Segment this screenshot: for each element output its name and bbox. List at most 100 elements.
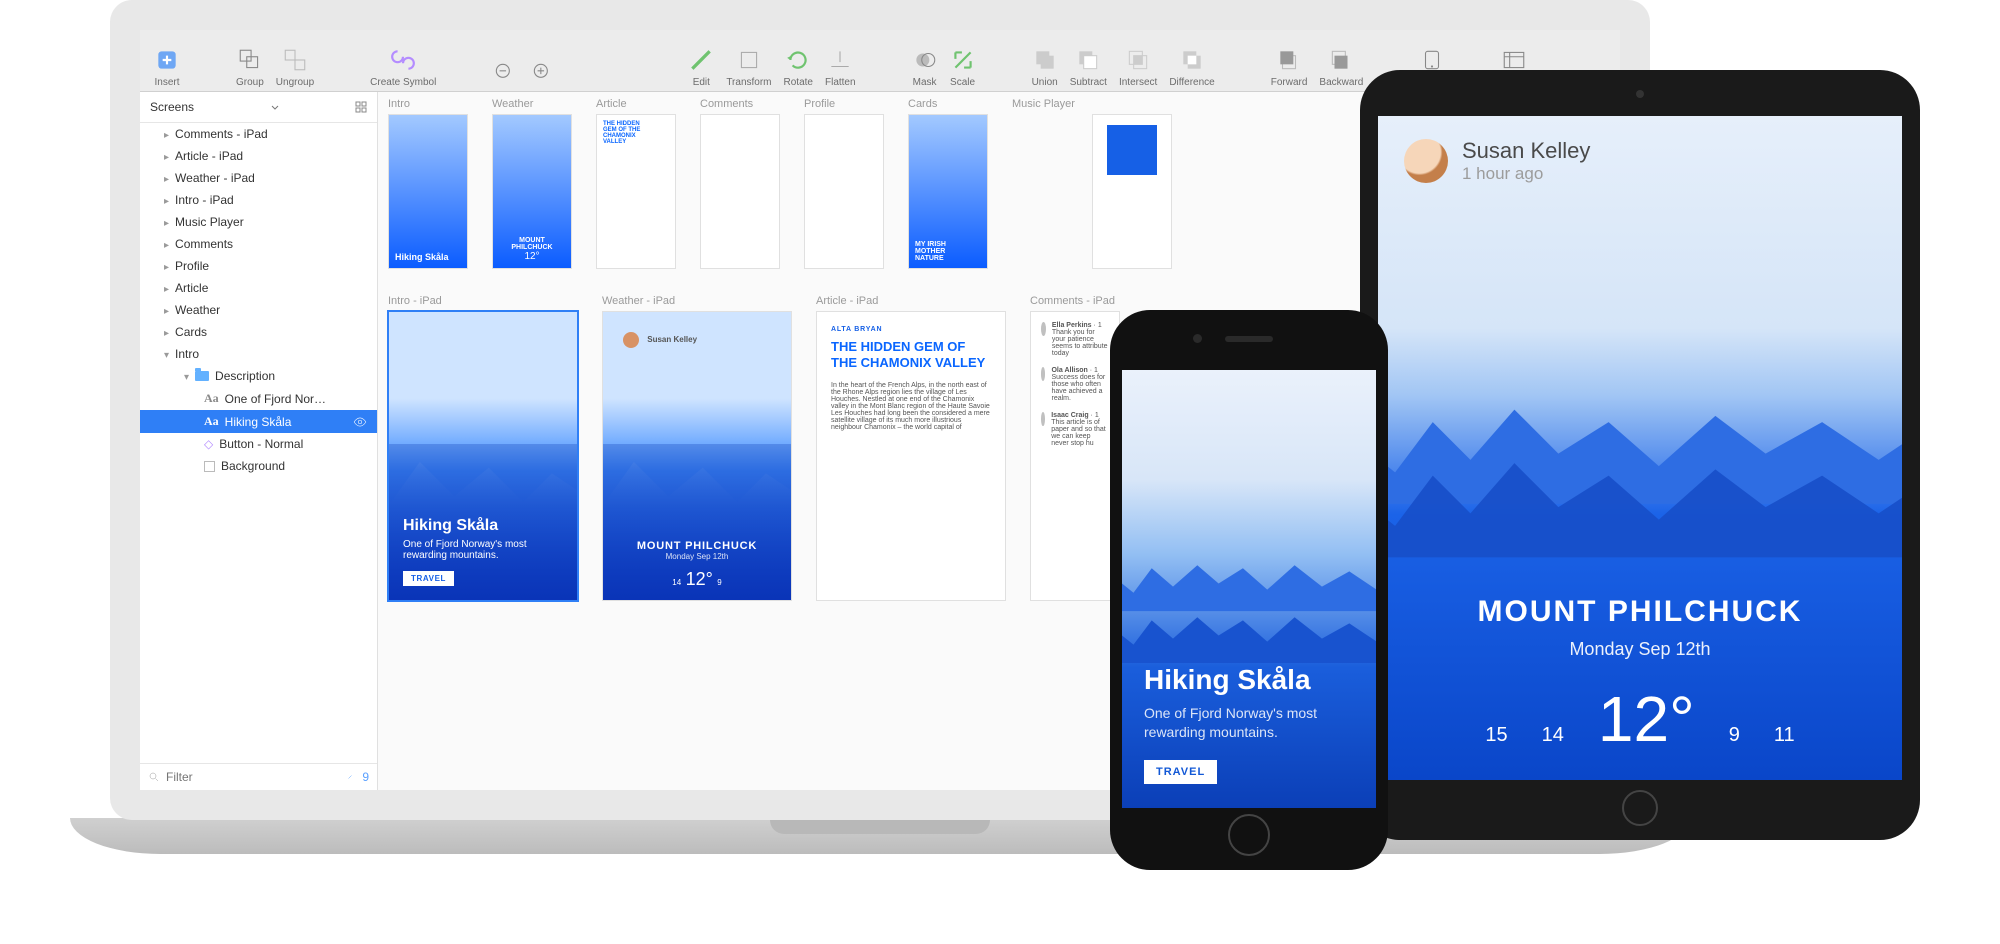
intro-subtitle: One of Fjord Norway's most rewarding mou… (1144, 704, 1354, 742)
ungroup-button[interactable]: Ungroup (276, 36, 314, 88)
artboard-thumb[interactable]: MOUNT PHILCHUCK12° (492, 114, 572, 269)
layer-row[interactable]: Weather (140, 299, 377, 321)
avatar (623, 332, 639, 348)
camera-icon (1636, 90, 1644, 98)
temperature-row: 14 12° 9 (603, 569, 791, 590)
layer-row[interactable]: Background (140, 455, 377, 477)
artboard-label[interactable]: Intro - iPad (388, 295, 578, 307)
post-time: 1 hour ago (1462, 164, 1590, 184)
artboard-label[interactable]: Article (596, 98, 676, 110)
layer-row[interactable]: Comments - iPad (140, 123, 377, 145)
artboard-label[interactable]: Comments - iPad (1030, 295, 1120, 307)
avatar (1041, 322, 1046, 336)
artboard-thumb[interactable]: Hiking Skåla (388, 114, 468, 269)
layer-row[interactable]: Comments (140, 233, 377, 255)
artboard-label[interactable]: Weather - iPad (602, 295, 792, 307)
layer-row[interactable]: AaOne of Fjord Nor… (140, 387, 377, 410)
artboard-label[interactable]: Article - iPad (816, 295, 1006, 307)
avatar (1041, 412, 1045, 426)
artboard-overview-icon[interactable] (355, 101, 367, 113)
iphone-screen: Hiking Skåla One of Fjord Norway's most … (1122, 370, 1376, 808)
travel-chip: TRAVEL (403, 571, 454, 586)
edit-button[interactable]: Edit (688, 36, 714, 88)
rotate-button[interactable]: Rotate (784, 36, 813, 88)
location-label: MOUNT PHILCHUCK (603, 540, 791, 552)
search-icon (148, 771, 160, 783)
article-body: In the heart of the French Alps, in the … (831, 382, 991, 431)
layer-row[interactable]: Profile (140, 255, 377, 277)
intersect-button[interactable]: Intersect (1119, 36, 1157, 88)
article-kicker: ALTA BRYAN (831, 326, 991, 333)
travel-chip[interactable]: TRAVEL (1144, 760, 1217, 784)
artboard-article-ipad[interactable]: ALTA BRYAN THE HIDDEN GEM OF THE CHAMONI… (816, 311, 1006, 601)
artboard-label[interactable]: Cards (908, 98, 988, 110)
camera-icon (1193, 334, 1202, 343)
intro-title: Hiking Skåla (1144, 664, 1354, 696)
artboard-thumb[interactable] (804, 114, 884, 269)
comment-item: Ella Perkins · 1Thank you for your patie… (1041, 322, 1109, 357)
artboard-label[interactable]: Comments (700, 98, 780, 110)
zoom-in-button[interactable] (530, 36, 556, 88)
layer-row[interactable]: Music Player (140, 211, 377, 233)
scale-button[interactable]: Scale (950, 36, 976, 88)
difference-button[interactable]: Difference (1169, 36, 1214, 88)
intro-subtitle: One of Fjord Norway's most rewarding mou… (403, 539, 563, 561)
layer-row[interactable]: Weather - iPad (140, 167, 377, 189)
layer-row[interactable]: Article - iPad (140, 145, 377, 167)
filter-bar: 9 (140, 763, 377, 790)
layer-row[interactable]: Article (140, 277, 377, 299)
location-label: MOUNT PHILCHUCK (1378, 595, 1902, 629)
comment-item: Ola Allison · 1Success does for those wh… (1041, 367, 1109, 402)
layer-row[interactable]: Intro - iPad (140, 189, 377, 211)
insert-button[interactable]: Insert (154, 36, 180, 88)
artboard-label[interactable]: Weather (492, 98, 572, 110)
temperature-row: 15 14 12° 9 11 (1378, 682, 1902, 756)
home-button[interactable] (1228, 814, 1270, 856)
poster-name: Susan Kelley (1462, 138, 1590, 164)
union-button[interactable]: Union (1032, 36, 1058, 88)
artboard-thumb[interactable] (1092, 114, 1172, 269)
artboard-comments-ipad[interactable]: Ella Perkins · 1Thank you for your patie… (1030, 311, 1120, 601)
group-button[interactable]: Group (236, 36, 264, 88)
comment-item: Isaac Craig · 1This article is of paper … (1041, 412, 1109, 447)
layer-row[interactable]: AaHiking Skåla (140, 410, 377, 433)
layer-list[interactable]: Comments - iPadArticle - iPadWeather - i… (140, 123, 377, 763)
artboard-thumb[interactable]: THE HIDDENGEM OF THECHAMONIXVALLEY (596, 114, 676, 269)
flatten-button[interactable]: Flatten (825, 36, 856, 88)
artboard-label[interactable]: Profile (804, 98, 884, 110)
subtract-button[interactable]: Subtract (1070, 36, 1107, 88)
pages-dropdown[interactable]: Screens (140, 92, 377, 123)
create-symbol-button[interactable]: Create Symbol (370, 36, 436, 88)
forward-button[interactable]: Forward (1271, 36, 1308, 88)
artboard-label[interactable]: Music Player (1012, 98, 1172, 110)
layer-group-intro[interactable]: Intro (140, 343, 377, 365)
ipad-screen: Susan Kelley 1 hour ago MOUNT PHILCHUCK … (1378, 116, 1902, 780)
layer-row[interactable]: Cards (140, 321, 377, 343)
layer-folder-description[interactable]: Description (140, 365, 377, 387)
mask-button[interactable]: Mask (912, 36, 938, 88)
page-count: 9 (362, 770, 369, 784)
artboard-thumb[interactable] (700, 114, 780, 269)
date-label: Monday Sep 12th (603, 552, 791, 561)
ipad-device: Susan Kelley 1 hour ago MOUNT PHILCHUCK … (1360, 70, 1920, 840)
avatar (1041, 367, 1045, 381)
artboard-weather-ipad[interactable]: Susan Kelley MOUNT PHILCHUCK Monday Sep … (602, 311, 792, 601)
date-label: Monday Sep 12th (1378, 639, 1902, 660)
iphone-device: Hiking Skåla One of Fjord Norway's most … (1110, 310, 1388, 870)
transform-button[interactable]: Transform (726, 36, 771, 88)
filter-input[interactable] (166, 770, 338, 784)
layer-sidebar: Screens Comments - iPadArticle - iPadWea… (140, 92, 378, 790)
artboard-label[interactable]: Intro (388, 98, 468, 110)
zoom-out-button[interactable] (492, 36, 518, 88)
artboard-intro-ipad[interactable]: Hiking Skåla One of Fjord Norway's most … (388, 311, 578, 601)
avatar (1404, 139, 1448, 183)
speaker-icon (1225, 336, 1273, 342)
backward-button[interactable]: Backward (1319, 36, 1363, 88)
home-button[interactable] (1622, 790, 1658, 826)
visibility-icon[interactable] (353, 415, 367, 429)
link-icon[interactable] (344, 771, 356, 783)
folder-icon (195, 371, 209, 381)
artboard-thumb[interactable]: MY IRISHMOTHERNATURE (908, 114, 988, 269)
layer-row[interactable]: ◇Button - Normal (140, 433, 377, 455)
intro-title: Hiking Skåla (403, 517, 563, 535)
